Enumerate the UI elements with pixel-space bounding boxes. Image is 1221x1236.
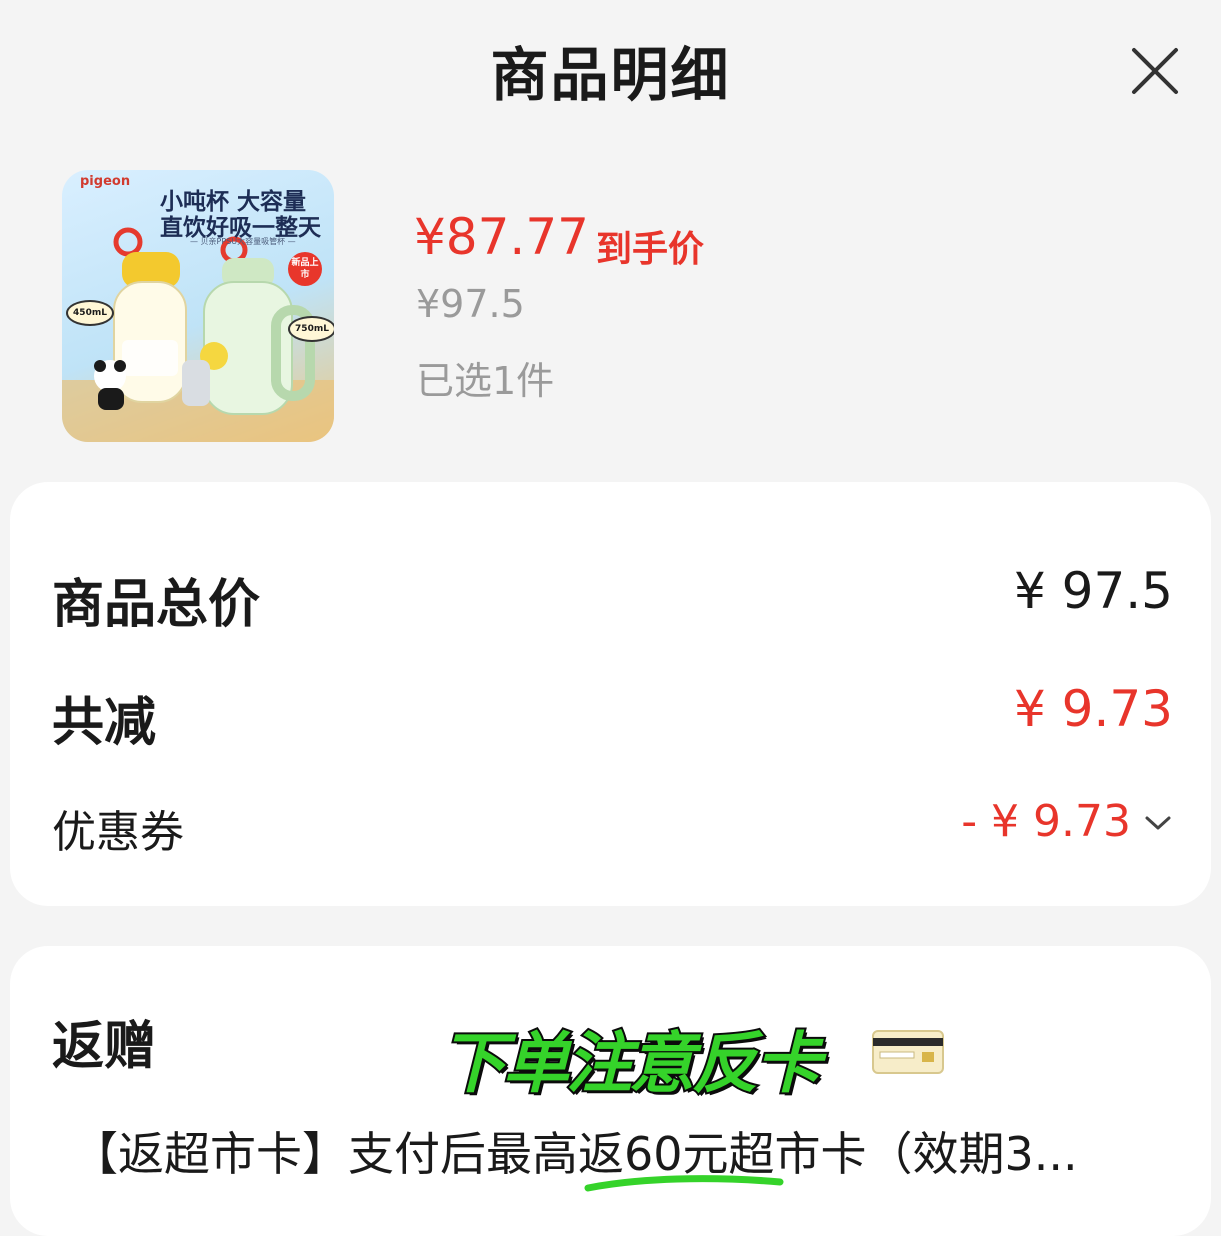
close-icon[interactable]: [1128, 44, 1182, 98]
product-summary: pigeon 小吨杯 大容量 直饮好吸一整天 — 贝亲PPSU大容量吸管杯 — …: [0, 150, 1221, 470]
gift-card: 返赠 下单注意反卡 【返超市卡】支付后最高返60元超市卡（效期3...: [10, 946, 1211, 1236]
final-price-label: 到手价: [596, 229, 705, 270]
gift-title: 返赠: [52, 1017, 157, 1077]
final-price: ¥87.77: [414, 208, 589, 266]
product-image[interactable]: pigeon 小吨杯 大容量 直饮好吸一整天 — 贝亲PPSU大容量吸管杯 — …: [62, 170, 334, 442]
card-icon: [872, 1030, 944, 1074]
coupon-value[interactable]: - ¥ 9.73: [961, 796, 1131, 847]
highlight-underline: [584, 1175, 784, 1192]
total-price-value: ¥ 97.5: [1013, 562, 1173, 620]
capacity-tag-large: 750mL: [288, 316, 334, 342]
header: 商品明细: [0, 0, 1221, 135]
discount-label: 共减: [52, 693, 157, 753]
brand-logo: pigeon: [80, 174, 131, 189]
discount-value: ¥ 9.73: [1013, 680, 1173, 738]
gift-description[interactable]: 【返超市卡】支付后最高返60元超市卡（效期3...: [72, 1118, 1078, 1184]
coupon-label[interactable]: 优惠券: [52, 796, 184, 860]
order-reminder-sticker: 下单注意反卡: [438, 1023, 823, 1104]
new-badge: 新品上市: [288, 252, 322, 286]
total-price-label: 商品总价: [52, 575, 261, 635]
chevron-down-icon[interactable]: [1143, 812, 1173, 834]
image-subline: — 贝亲PPSU大容量吸管杯 —: [190, 237, 296, 246]
page-title: 商品明细: [490, 41, 731, 109]
original-price: ¥97.5: [416, 282, 525, 326]
price-summary-card: 商品总价 ¥ 97.5 共减 ¥ 9.73 优惠券 - ¥ 9.73: [10, 482, 1211, 906]
capacity-tag-small: 450mL: [66, 300, 114, 326]
selected-count: 已选1件: [416, 359, 555, 403]
